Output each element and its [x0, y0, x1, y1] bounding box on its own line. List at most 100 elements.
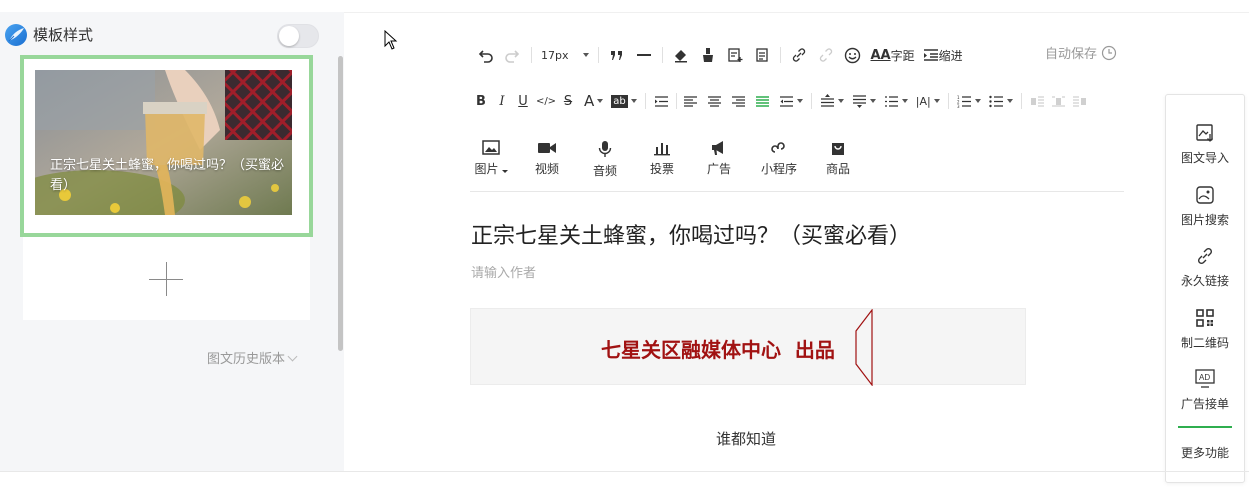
align-justify-button[interactable] — [755, 90, 771, 112]
float-right-button[interactable] — [1072, 90, 1088, 112]
insert-audio-button[interactable]: 音频 — [585, 140, 625, 179]
align-left-button[interactable] — [683, 90, 699, 112]
outdent-icon — [779, 95, 793, 107]
spacing-before-icon — [820, 94, 834, 107]
strikethrough-button[interactable]: S — [562, 90, 574, 112]
permanent-link-label: 永久链接 — [1180, 274, 1229, 288]
link-icon — [1197, 247, 1213, 265]
document-icon — [755, 48, 768, 62]
ordered-list-select[interactable]: 123 — [957, 90, 981, 112]
selected-article-cover[interactable]: 正宗七星关土蜂蜜，你喝过吗？（买蜜必看） — [20, 55, 313, 237]
qr-code-label: 制二维码 — [1180, 336, 1229, 350]
article-import-button[interactable]: 图文导入 — [1166, 123, 1244, 166]
clock-icon — [1101, 45, 1117, 60]
insert-template-button[interactable] — [726, 44, 744, 66]
insert-product-button[interactable]: 商品 — [818, 140, 858, 177]
text-indent-select[interactable] — [779, 90, 803, 112]
format-painter-button[interactable] — [699, 44, 717, 66]
bold-button[interactable]: B — [475, 90, 487, 112]
chevron-down-icon — [287, 351, 298, 362]
unordered-list-select[interactable] — [988, 90, 1013, 112]
document-button[interactable] — [753, 44, 771, 66]
background-color-button[interactable]: ab — [611, 90, 637, 112]
highlight-icon: ab — [611, 94, 628, 108]
line-height-select[interactable] — [884, 90, 908, 112]
caret-down-icon — [501, 170, 508, 173]
left-panel-scrollbar[interactable] — [338, 56, 343, 351]
insert-vote-button[interactable]: 投票 — [642, 140, 682, 177]
code-button[interactable]: </> — [535, 90, 557, 112]
letter-spacing-button[interactable]: AA 字距 — [871, 44, 915, 66]
caret-down-icon — [974, 99, 981, 103]
bullet-list-icon — [988, 95, 1003, 107]
ad-order-button[interactable]: AD 广告接单 — [1166, 369, 1244, 412]
align-center-button[interactable] — [707, 90, 723, 112]
mini-program-icon — [771, 142, 785, 153]
letter-spacing-select[interactable]: |A| — [916, 90, 940, 112]
spacing-before-select[interactable] — [820, 90, 844, 112]
insert-video-button[interactable]: 视频 — [527, 140, 567, 177]
qr-code-button[interactable]: 制二维码 — [1166, 308, 1244, 351]
letter-spacing-small-icon: |A| — [915, 94, 931, 108]
font-size-select[interactable]: 17px — [541, 44, 589, 66]
insert-product-label: 商品 — [825, 162, 850, 176]
article-title-input[interactable]: 正宗七星关土蜂蜜，你喝过吗？（买蜜必看） — [471, 223, 911, 251]
article-history-link[interactable]: 图文历史版本 — [207, 348, 298, 367]
code-icon: </> — [535, 95, 557, 107]
align-justify-icon — [756, 95, 770, 107]
full-indent-button[interactable] — [654, 90, 670, 112]
caret-down-icon — [837, 99, 844, 103]
author-input[interactable] — [471, 266, 771, 281]
strikethrough-icon: S — [563, 93, 573, 109]
plus-icon-vertical — [166, 262, 167, 296]
float-left-button[interactable] — [1030, 90, 1046, 112]
blockquote-button[interactable] — [608, 44, 626, 66]
font-color-button[interactable]: A — [584, 90, 604, 112]
indent-button[interactable]: 缩进 — [923, 44, 963, 66]
banner-text: 七星关区融媒体中心 出品 — [601, 338, 835, 362]
align-right-button[interactable] — [731, 90, 747, 112]
spacing-after-select[interactable] — [852, 90, 876, 112]
permanent-link-button[interactable]: 永久链接 — [1166, 246, 1244, 289]
template-style-toggle[interactable] — [277, 24, 319, 48]
document-add-icon — [727, 48, 742, 62]
caret-down-icon — [630, 99, 637, 103]
import-icon — [1196, 124, 1213, 142]
quote-icon — [610, 51, 622, 60]
format-clear-button[interactable] — [672, 44, 690, 66]
unlink-button[interactable] — [817, 44, 835, 66]
cover-image: 正宗七星关土蜂蜜，你喝过吗？（买蜜必看） — [35, 70, 292, 215]
underline-button[interactable]: U — [517, 90, 529, 112]
more-features-label: 更多功能 — [1180, 446, 1229, 460]
left-panel: 模板样式 正宗七星关土蜂蜜，你喝过吗？（买蜜必看） 图文历史版本 — [0, 12, 344, 471]
image-search-icon — [1196, 186, 1214, 204]
indent-icon — [923, 49, 938, 61]
insert-mini-program-button[interactable]: 小程序 — [758, 140, 800, 177]
insert-image-button[interactable]: 图片 — [471, 140, 511, 177]
video-icon — [538, 143, 556, 153]
insert-vote-label: 投票 — [649, 162, 674, 176]
italic-button[interactable]: I — [496, 90, 508, 112]
add-article-button[interactable] — [23, 240, 310, 320]
caret-down-icon — [597, 99, 604, 103]
body-paragraph[interactable]: 谁都知道 — [716, 428, 776, 449]
insert-ad-button[interactable]: 广告 — [699, 140, 739, 177]
toolbar-row-2: B I U </> S A ab |A| 123 — [475, 90, 1088, 112]
right-sidebar: 图文导入 图片搜索 永久链接 制二维码 AD 广告接单 更多功能 — [1165, 94, 1245, 483]
banner-block[interactable]: 七星关区融媒体中心 出品 — [470, 308, 1026, 386]
insert-audio-label: 音频 — [592, 164, 617, 178]
redo-button[interactable] — [502, 44, 522, 66]
align-right-icon — [732, 95, 746, 107]
more-features-button[interactable]: 更多功能 — [1166, 444, 1244, 461]
caret-down-icon — [796, 99, 803, 103]
undo-button[interactable] — [476, 44, 496, 66]
insert-link-button[interactable] — [790, 44, 808, 66]
horizontal-rule-button[interactable] — [635, 44, 653, 66]
caret-down-icon — [582, 53, 589, 57]
emoji-button[interactable] — [844, 44, 862, 66]
unlink-icon — [819, 48, 832, 62]
float-none-button[interactable] — [1051, 90, 1067, 112]
image-search-button[interactable]: 图片搜索 — [1166, 185, 1244, 228]
caret-down-icon — [901, 99, 908, 103]
megaphone-icon — [712, 141, 723, 155]
